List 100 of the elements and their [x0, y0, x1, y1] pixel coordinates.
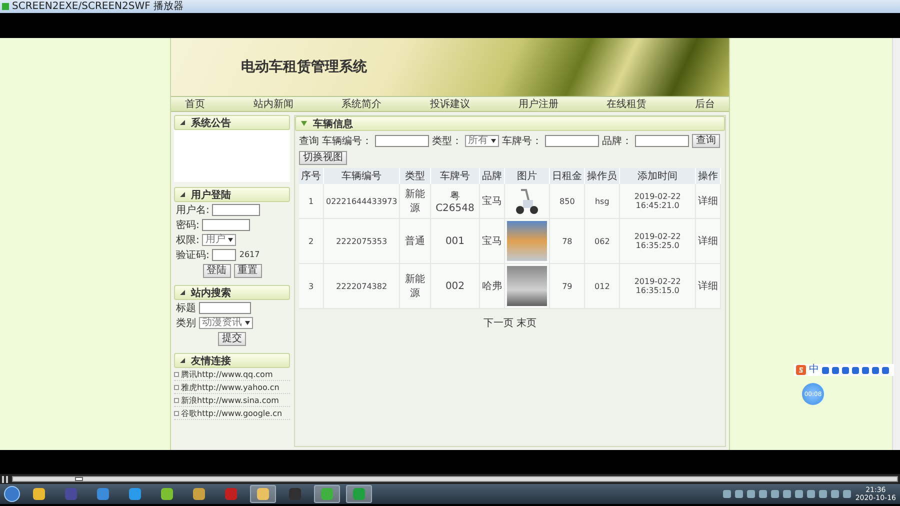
- table-cell: 79: [550, 264, 585, 308]
- triangle-icon: [180, 192, 185, 197]
- caret-icon: [228, 238, 234, 242]
- table-cell: 78: [550, 218, 585, 264]
- column-header: 操作员: [584, 168, 620, 184]
- friend-link[interactable]: 雅虎http://www.yahoo.cn: [181, 382, 280, 392]
- bullet-icon: [174, 398, 179, 402]
- triangle-icon: [180, 358, 185, 363]
- bullet-icon: [174, 384, 179, 390]
- query-button[interactable]: 切换视图: [299, 151, 347, 165]
- field-label: 类别: [176, 316, 196, 330]
- friend-link[interactable]: 谷歌http://www.google.cn: [181, 408, 282, 418]
- caret-icon: [245, 320, 250, 324]
- nav-link[interactable]: 后台: [694, 97, 715, 111]
- caret-icon: [491, 139, 496, 143]
- text-field[interactable]: [199, 302, 251, 314]
- triangle-icon: [180, 290, 185, 295]
- text-field[interactable]: [545, 135, 599, 147]
- table-cell: 2222075353: [324, 218, 400, 264]
- nav-link[interactable]: 系统简介: [342, 97, 382, 111]
- dropdown[interactable]: 动漫资讯: [199, 316, 253, 328]
- photo-placeholder: [507, 221, 548, 261]
- query-button[interactable]: 查询: [692, 134, 720, 148]
- form-button[interactable]: 重置: [234, 264, 262, 278]
- ime-mode[interactable]: 中: [809, 365, 819, 375]
- column-header: 操作: [695, 168, 720, 184]
- table-cell: 普通: [400, 218, 430, 264]
- table-cell: 062: [584, 218, 620, 264]
- scrollbar[interactable]: [892, 38, 900, 450]
- field-label: 品牌：: [602, 135, 632, 148]
- triangle-icon: [180, 120, 185, 125]
- table-cell: 001: [430, 218, 480, 264]
- field-label: 车牌号：: [502, 134, 542, 148]
- panel-title: 系统公告: [191, 116, 231, 130]
- page-link[interactable]: 末页: [516, 316, 536, 330]
- table-cell: 2019-02-22 16:45:21.0: [620, 184, 696, 218]
- friend-link[interactable]: 新浪http://www.sina.com: [181, 394, 279, 406]
- page-link[interactable]: 下一页: [484, 316, 514, 330]
- nav-link[interactable]: 用户注册: [518, 97, 558, 111]
- bullet-icon: [174, 410, 179, 416]
- table-cell: 012: [584, 264, 620, 308]
- table-cell: 02221644433973: [324, 184, 400, 218]
- field-label: 密码:: [176, 218, 200, 232]
- bullet-icon: [174, 372, 179, 376]
- table-cell: 2: [299, 218, 324, 264]
- nav-link[interactable]: 首页: [185, 97, 205, 111]
- detail-link[interactable]: 详细: [695, 218, 720, 264]
- column-header: 序号: [299, 168, 324, 184]
- nav-link[interactable]: 在线租赁: [606, 97, 647, 111]
- table-cell: 宝马: [480, 218, 505, 264]
- panel-title: 车辆信息: [313, 117, 353, 130]
- field-label: 权限:: [176, 234, 200, 246]
- captcha-field[interactable]: [212, 248, 236, 260]
- nav-link[interactable]: 站内新闻: [253, 97, 294, 111]
- column-header: 图片: [504, 168, 550, 184]
- triangle-icon: [301, 121, 307, 126]
- scooter-icon: [515, 186, 540, 216]
- captcha-code: 2617: [239, 250, 260, 259]
- table-cell: 2222074382: [324, 264, 400, 308]
- friend-link[interactable]: 腾讯http://www.qq.com: [181, 368, 273, 380]
- table-cell: 2019-02-22 16:35:15.0: [620, 264, 696, 308]
- photo-placeholder: [507, 266, 548, 306]
- detail-link[interactable]: 详细: [695, 184, 720, 218]
- start-button[interactable]: [4, 486, 20, 502]
- form-button[interactable]: 登陆: [202, 264, 230, 278]
- detail-link[interactable]: 详细: [695, 264, 720, 308]
- dropdown[interactable]: 用户: [202, 234, 236, 246]
- ime-tools-icon: [822, 366, 892, 374]
- text-field[interactable]: [202, 218, 250, 230]
- text-field[interactable]: [212, 204, 260, 216]
- table-cell: 850: [550, 184, 585, 218]
- text-field[interactable]: [375, 135, 429, 147]
- table-cell: 新能源: [400, 264, 430, 308]
- form-button[interactable]: 提交: [218, 332, 246, 346]
- text-field[interactable]: [635, 135, 689, 147]
- panel-title: 友情连接: [191, 354, 231, 368]
- table-cell: 2019-02-22 16:35:25.0: [620, 218, 696, 264]
- table-cell: 哈弗: [480, 264, 505, 308]
- app-icon: [2, 3, 9, 10]
- column-header: 日租金: [550, 168, 585, 184]
- field-label: 标题: [176, 302, 196, 314]
- pause-icon[interactable]: [2, 476, 9, 482]
- field-label: 验证码:: [176, 248, 210, 262]
- table-cell: 新能源: [400, 184, 430, 218]
- column-header: 类型: [400, 168, 430, 184]
- field-label: 用户名:: [176, 204, 210, 216]
- column-header: 添加时间: [620, 168, 696, 184]
- dropdown[interactable]: 所有: [465, 135, 499, 147]
- field-label: 车辆编号：: [322, 134, 372, 148]
- column-header: 品牌: [480, 168, 505, 184]
- query-label: 查询: [299, 134, 319, 148]
- progress-thumb[interactable]: [74, 477, 83, 481]
- table-cell: 粤C26548: [430, 184, 480, 218]
- field-label: 类型：: [432, 134, 462, 148]
- column-header: 车辆编号: [324, 168, 400, 184]
- nav-link[interactable]: 投诉建议: [430, 97, 470, 111]
- column-header: 车牌号: [430, 168, 480, 184]
- table-cell: 3: [299, 264, 324, 308]
- table-cell: 002: [430, 264, 480, 308]
- panel-title: 站内搜索: [191, 286, 231, 300]
